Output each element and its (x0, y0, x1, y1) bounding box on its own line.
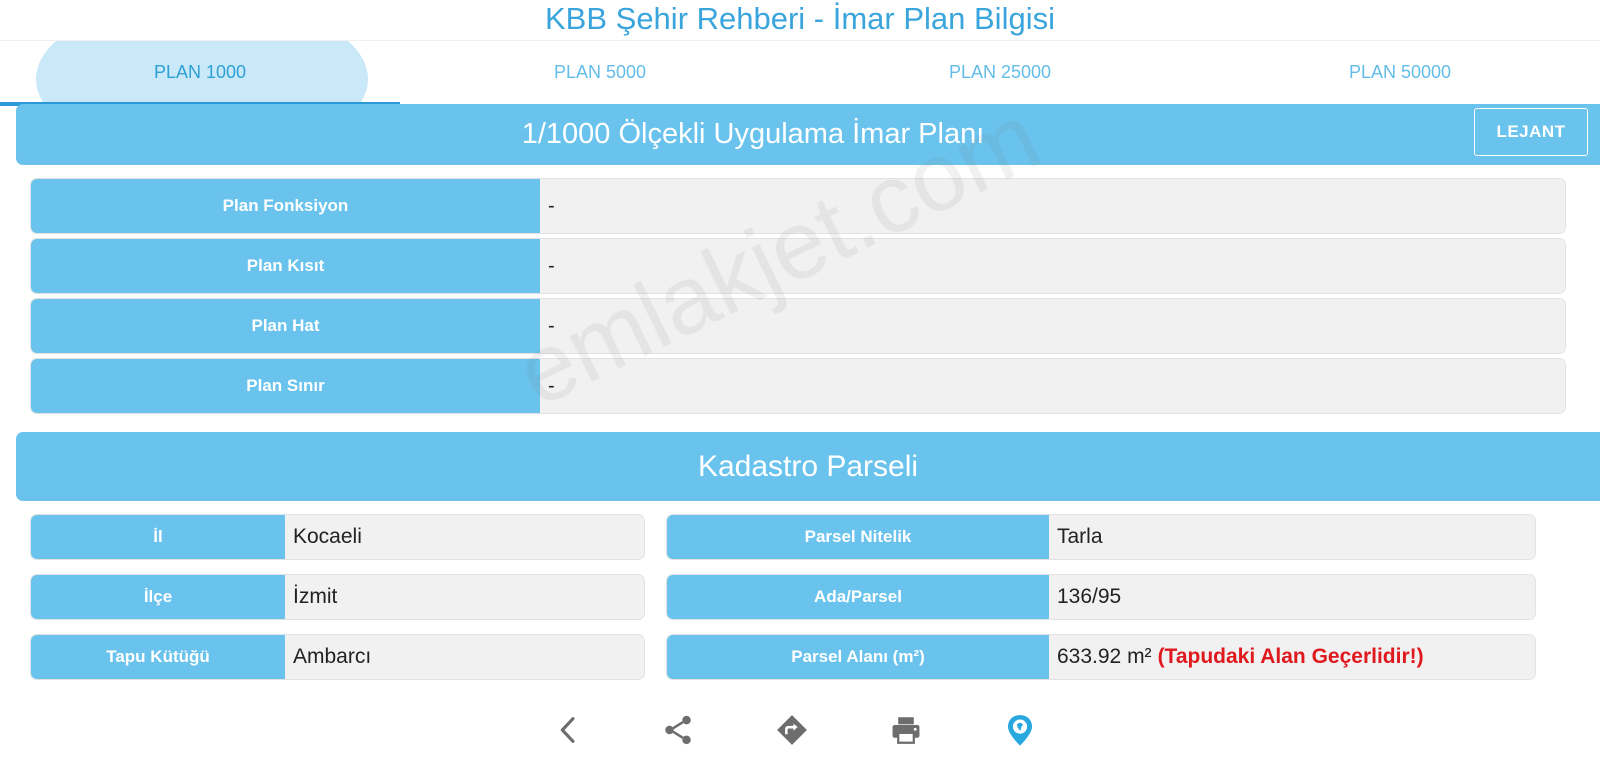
parcel-area-value: 633.92 m² (1057, 645, 1152, 668)
plan-row-hat: Plan Hat - (30, 298, 1566, 354)
app-title: KBB Şehir Rehberi - İmar Plan Bilgisi (545, 1, 1055, 36)
tab-plan-5000[interactable]: PLAN 5000 (400, 41, 800, 106)
tab-label: PLAN 50000 (1348, 62, 1452, 82)
kadastro-row-il: İl Kocaeli (30, 514, 645, 560)
plan-tabs: PLAN 1000 PLAN 5000 PLAN 25000 PLAN 5000… (0, 40, 1600, 106)
kadastro-row-ada-parsel: Ada/Parsel 136/95 (666, 574, 1536, 620)
plan-row-kisit: Plan Kısıt - (30, 238, 1566, 294)
row-label: Parsel Alanı (m²) (667, 635, 1049, 679)
row-label: İlçe (31, 575, 285, 619)
row-value: Ambarcı (285, 635, 644, 679)
kadastro-row-tapu-kutugu: Tapu Kütüğü Ambarcı (30, 634, 645, 680)
row-value: Kocaeli (285, 515, 644, 559)
row-value: Tarla (1049, 515, 1535, 559)
chevron-left-icon (560, 717, 575, 743)
row-label: Parsel Nitelik (667, 515, 1049, 559)
print-button[interactable] (884, 708, 928, 752)
row-value: - (540, 299, 1565, 353)
row-value: 633.92 m² (Tapudaki Alan Geçerlidir!) (1049, 635, 1535, 679)
row-value: İzmit (285, 575, 644, 619)
kadastro-section-header: Kadastro Parseli (16, 432, 1600, 501)
city-guide-button[interactable] (998, 708, 1042, 752)
tab-label: PLAN 25000 (948, 62, 1052, 82)
kadastro-left-table: İl Kocaeli İlçe İzmit Tapu Kütüğü Ambarc… (30, 514, 645, 694)
tab-plan-25000[interactable]: PLAN 25000 (800, 41, 1200, 106)
back-button[interactable] (546, 708, 590, 752)
row-value: 136/95 (1049, 575, 1535, 619)
area-warning-note: (Tapudaki Alan Geçerlidir!) (1157, 645, 1424, 668)
row-label: Tapu Kütüğü (31, 635, 285, 679)
plan-info-table: Plan Fonksiyon - Plan Kısıt - Plan Hat -… (30, 178, 1566, 418)
tab-plan-50000[interactable]: PLAN 50000 (1200, 41, 1600, 106)
map-pin-icon (1007, 715, 1033, 746)
kadastro-right-table: Parsel Nitelik Tarla Ada/Parsel 136/95 P… (666, 514, 1536, 694)
tab-plan-1000[interactable]: PLAN 1000 (0, 41, 400, 106)
row-value: - (540, 239, 1565, 293)
row-label: Ada/Parsel (667, 575, 1049, 619)
kadastro-row-parsel-alani: Parsel Alanı (m²) 633.92 m² (Tapudaki Al… (666, 634, 1536, 680)
tab-label: PLAN 5000 (553, 62, 647, 82)
plan-section-header: 1/1000 Ölçekli Uygulama İmar Planı LEJAN… (16, 104, 1600, 165)
plan-section-title: 1/1000 Ölçekli Uygulama İmar Planı (521, 118, 985, 150)
row-label: Plan Kısıt (31, 239, 540, 293)
row-value: - (540, 359, 1565, 413)
kadastro-row-ilce: İlçe İzmit (30, 574, 645, 620)
row-value: - (540, 179, 1565, 233)
plan-row-fonksiyon: Plan Fonksiyon - (30, 178, 1566, 234)
plan-row-sinir: Plan Sınır - (30, 358, 1566, 414)
directions-button[interactable] (770, 708, 814, 752)
share-icon (665, 715, 691, 745)
share-button[interactable] (656, 708, 700, 752)
legend-button[interactable]: LEJANT (1474, 108, 1588, 156)
kadastro-section-title: Kadastro Parseli (697, 449, 919, 483)
row-label: İl (31, 515, 285, 559)
bottom-toolbar (0, 700, 1600, 775)
directions-icon (777, 715, 807, 745)
tab-label: PLAN 1000 (153, 62, 247, 82)
print-icon (892, 717, 920, 744)
row-label: Plan Fonksiyon (31, 179, 540, 233)
row-label: Plan Sınır (31, 359, 540, 413)
kadastro-row-parsel-nitelik: Parsel Nitelik Tarla (666, 514, 1536, 560)
row-label: Plan Hat (31, 299, 540, 353)
